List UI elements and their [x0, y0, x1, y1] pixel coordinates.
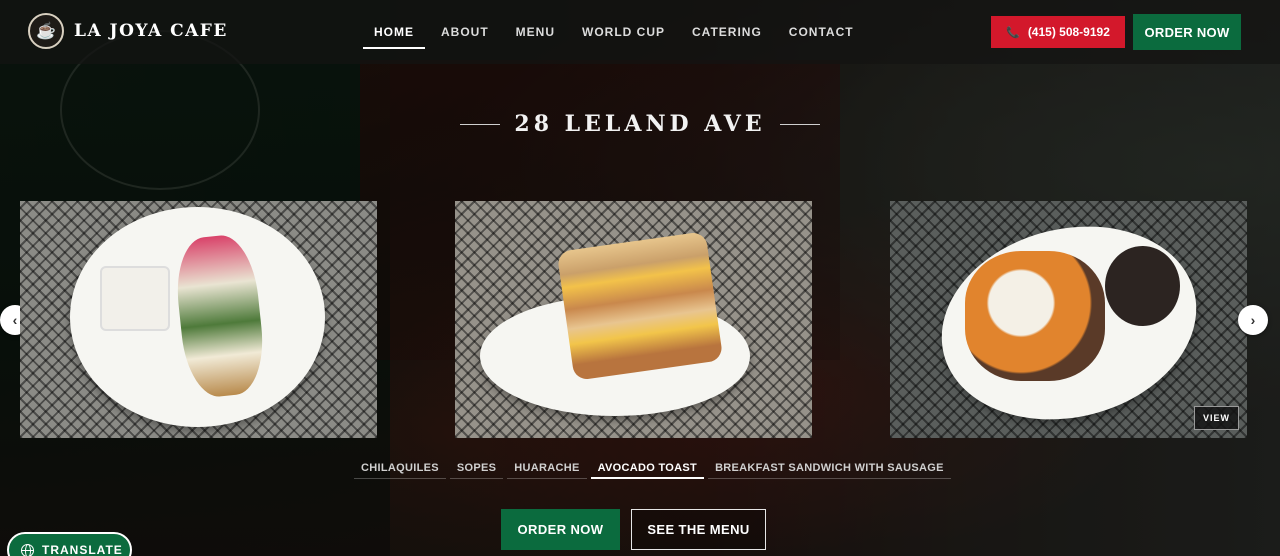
phone-icon: 📞: [1006, 26, 1020, 39]
site-header: ☕ LA JOYA CAFE HOME ABOUT MENU WORLD CUP…: [0, 0, 1280, 64]
nav-about[interactable]: ABOUT: [429, 0, 501, 64]
nav-menu[interactable]: MENU: [504, 0, 567, 64]
phone-button[interactable]: 📞 (415) 508-9192: [991, 16, 1125, 48]
chilaquiles-photo[interactable]: [890, 201, 1247, 438]
dish-tabs: CHILAQUILES SOPES HUARACHE AVOCADO TOAST…: [354, 459, 955, 479]
order-now-button[interactable]: ORDER NOW: [501, 509, 620, 550]
tab-breakfast-sandwich[interactable]: BREAKFAST SANDWICH WITH SAUSAGE: [708, 459, 951, 479]
globe-icon: [21, 544, 34, 556]
main-nav: HOME ABOUT MENU WORLD CUP CATERING CONTA…: [362, 0, 869, 64]
heading-divider-right: [779, 123, 820, 125]
nav-world-cup[interactable]: WORLD CUP: [570, 0, 677, 64]
location-title: 28 LELAND AVE: [514, 111, 766, 137]
side-dish: [100, 266, 170, 331]
tab-chilaquiles[interactable]: CHILAQUILES: [354, 459, 446, 479]
coffee-cup-icon: ☕: [28, 13, 64, 49]
avocado-toast-photo[interactable]: [20, 201, 377, 438]
chevron-right-icon[interactable]: ›: [1238, 305, 1268, 335]
breakfast-sandwich-photo[interactable]: [455, 201, 812, 438]
tab-avocado-toast[interactable]: AVOCADO TOAST: [590, 459, 705, 479]
heading-divider-left: [460, 123, 501, 125]
brand-name: LA JOYA CAFE: [74, 21, 228, 41]
nav-catering[interactable]: CATERING: [680, 0, 774, 64]
tab-huarache[interactable]: HUARACHE: [507, 459, 587, 479]
brand[interactable]: ☕ LA JOYA CAFE: [28, 13, 228, 49]
nav-contact[interactable]: CONTACT: [777, 0, 866, 64]
see-menu-button[interactable]: SEE THE MENU: [631, 509, 766, 550]
translate-button[interactable]: TRANSLATE: [7, 532, 132, 556]
phone-label: (415) 508-9192: [1027, 25, 1110, 39]
tab-sopes[interactable]: SOPES: [449, 459, 504, 479]
location-heading: 28 LELAND AVE: [0, 108, 1280, 140]
nav-home[interactable]: HOME: [362, 0, 426, 64]
translate-label: TRANSLATE: [42, 543, 123, 556]
chilaquiles: [965, 251, 1105, 381]
view-button[interactable]: VIEW: [1194, 406, 1239, 430]
breakfast-sandwich: [556, 231, 724, 381]
refried-beans: [1105, 246, 1180, 326]
order-now-header-button[interactable]: ORDER NOW: [1133, 14, 1241, 50]
